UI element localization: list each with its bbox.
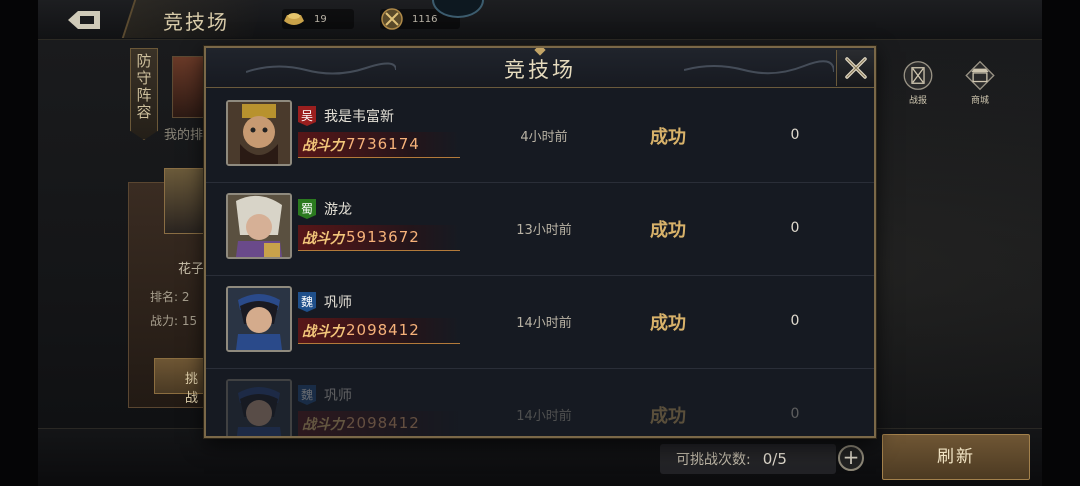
gold-resource: 19 xyxy=(282,9,354,29)
battle-time: 13小时前 xyxy=(516,223,572,238)
refresh-button[interactable]: 刷新 xyxy=(882,434,1030,480)
battle-record-row[interactable]: 蜀 游龙 战斗力 5913672 13小时前 成功 0 xyxy=(206,183,874,276)
medal-amount: 1116 xyxy=(412,13,438,25)
opponent-name: 游龙 xyxy=(324,202,352,218)
close-icon xyxy=(844,57,867,79)
power-value: 7736174 xyxy=(346,135,420,153)
opponent-card-name: 花子 xyxy=(178,262,205,277)
power-label: 战斗力 xyxy=(302,324,344,340)
challenge-attempts: 可挑战次数: 0/5 xyxy=(660,444,836,474)
opponent-avatar xyxy=(226,379,292,436)
battle-report-button[interactable]: 战报 xyxy=(898,60,938,106)
shop-icon xyxy=(965,60,995,91)
power-label: 战斗力 xyxy=(302,231,344,247)
battle-result: 成功 xyxy=(650,406,686,427)
battle-result: 成功 xyxy=(650,313,686,334)
battle-time: 4小时前 xyxy=(520,130,568,145)
opponent-name: 巩师 xyxy=(324,295,352,311)
faction-badge: 蜀 xyxy=(298,199,316,219)
modal-header: 竞技场 xyxy=(206,48,874,88)
challenge-button[interactable]: 挑战 xyxy=(154,358,208,406)
hero-portrait-icon xyxy=(228,195,290,257)
power-value: 2098412 xyxy=(346,321,420,339)
attempts-value: 0/5 xyxy=(762,450,787,468)
faction-badge: 魏 xyxy=(298,385,316,405)
arena-log-modal: 竞技场 吴 我是韦富新 战斗力 7736174 4小时前 成功 0 蜀 游龙 战… xyxy=(204,46,876,438)
power-label: 战斗力 xyxy=(302,417,344,433)
defense-hero-portrait xyxy=(172,56,206,118)
rank-change: 0 xyxy=(790,127,800,143)
opponent-avatar xyxy=(226,193,292,259)
modal-title: 竞技场 xyxy=(504,58,576,82)
crossed-swords-medal-icon xyxy=(381,8,403,30)
defense-lineup-label: 防守阵容 xyxy=(134,53,153,121)
gold-amount: 19 xyxy=(314,13,327,25)
gold-ingot-icon xyxy=(284,13,304,25)
left-edge xyxy=(0,0,38,486)
hero-portrait-icon xyxy=(228,381,290,436)
right-edge xyxy=(1042,0,1080,486)
battle-time: 14小时前 xyxy=(516,316,572,331)
add-attempts-button[interactable]: + xyxy=(838,445,864,471)
battle-record-list: 吴 我是韦富新 战斗力 7736174 4小时前 成功 0 蜀 游龙 战斗力 5… xyxy=(206,90,874,436)
opponent-card-power: 战力: 15 xyxy=(150,314,198,328)
faction-badge: 吴 xyxy=(298,106,316,126)
hero-portrait-icon xyxy=(228,102,290,164)
battle-record-row[interactable]: 吴 我是韦富新 战斗力 7736174 4小时前 成功 0 xyxy=(206,90,874,183)
battle-report-icon xyxy=(903,61,933,90)
power-value: 2098412 xyxy=(346,414,420,432)
battle-report-label: 战报 xyxy=(908,96,927,106)
battle-result: 成功 xyxy=(650,220,686,241)
faction-badge: 魏 xyxy=(298,292,316,312)
power-label: 战斗力 xyxy=(302,138,344,154)
my-rank-label: 我的排 xyxy=(164,128,204,143)
opponent-name: 巩师 xyxy=(324,388,352,404)
defense-lineup-banner[interactable]: 防守阵容 xyxy=(130,48,158,140)
hero-portrait-icon xyxy=(228,288,290,350)
battle-time: 14小时前 xyxy=(516,409,572,424)
power-value: 5913672 xyxy=(346,228,420,246)
back-icon xyxy=(68,11,100,29)
battle-result: 成功 xyxy=(650,127,686,148)
back-button[interactable] xyxy=(62,6,106,34)
opponent-avatar xyxy=(226,286,292,352)
battle-record-row[interactable]: 魏 巩师 战斗力 2098412 14小时前 成功 0 xyxy=(206,276,874,369)
shop-label: 商城 xyxy=(970,96,989,106)
battle-record-row[interactable]: 魏 巩师 战斗力 2098412 14小时前 成功 0 xyxy=(206,369,874,436)
rank-change: 0 xyxy=(790,313,800,329)
rank-change: 0 xyxy=(790,220,800,236)
opponent-card-rank: 排名: 2 xyxy=(150,290,190,304)
close-button[interactable] xyxy=(836,50,874,86)
attempts-label: 可挑战次数: xyxy=(676,452,751,468)
opponent-name: 我是韦富新 xyxy=(324,109,394,125)
opponent-avatar xyxy=(226,100,292,166)
opponent-card-portrait xyxy=(164,168,208,234)
shop-button[interactable]: 商城 xyxy=(960,60,1000,106)
rank-change: 0 xyxy=(790,406,800,422)
page-title: 竞技场 xyxy=(163,10,229,34)
